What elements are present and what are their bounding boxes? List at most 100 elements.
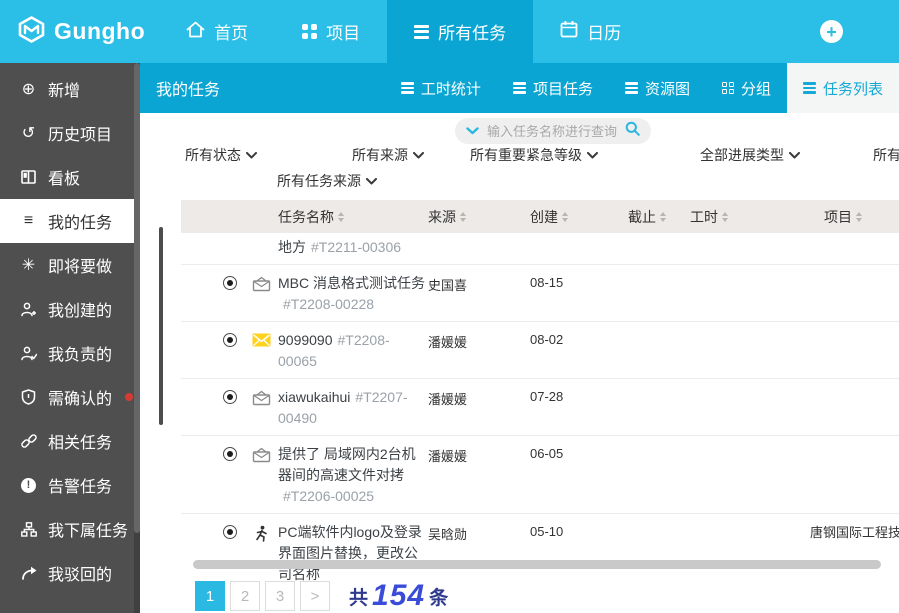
page-button-1[interactable]: 1 xyxy=(195,581,225,611)
column-header-source[interactable]: 来源 xyxy=(428,207,530,227)
list-icon xyxy=(401,82,414,94)
next-page-button[interactable]: > xyxy=(300,581,330,611)
task-name[interactable]: PC端软件内logo及登录界面图片替换，更改公司名称 xyxy=(278,524,422,582)
filter-clipped[interactable]: 所有 xyxy=(873,145,899,165)
task-name[interactable]: MBC 消息格式测试任务 xyxy=(278,275,425,291)
column-header-due[interactable]: 截止 xyxy=(628,207,690,227)
filter-source[interactable]: 所有来源 xyxy=(352,145,424,165)
task-due xyxy=(628,330,690,332)
sidebar-item-owned-by-me[interactable]: 我负责的 xyxy=(0,331,140,375)
sidebar-item-rejected-by-me[interactable]: 我驳回的 xyxy=(0,551,140,595)
forward-arrow-icon xyxy=(19,566,38,580)
task-source: 潘媛媛 xyxy=(428,330,530,351)
page-button-3[interactable]: 3 xyxy=(265,581,295,611)
task-name[interactable]: 提供了 局域网内2台机器间的高速文件对拷 xyxy=(278,446,416,483)
plus-circle-icon: ⊕ xyxy=(19,79,38,99)
task-due xyxy=(628,273,690,275)
sidebar-item-upcoming[interactable]: ✳ 即将要做 xyxy=(0,243,140,287)
radio-icon[interactable] xyxy=(223,276,237,290)
filter-status[interactable]: 所有状态 xyxy=(185,145,257,165)
envelope-open-icon xyxy=(252,447,271,466)
sidebar-item-subordinate-tasks[interactable]: 我下属任务 xyxy=(0,507,140,551)
task-id: #T2211-00306 xyxy=(311,239,401,255)
history-icon: ↺ xyxy=(19,123,38,143)
tab-grouping[interactable]: 分组 xyxy=(706,63,787,113)
nav-home[interactable]: 首页 xyxy=(159,0,275,63)
list-icon xyxy=(803,82,816,94)
table-row[interactable]: xiawukaihui#T2207-00490 潘媛媛 07-28 xyxy=(181,379,899,436)
org-chart-icon xyxy=(19,522,38,537)
radio-icon[interactable] xyxy=(223,447,237,461)
sidebar-item-label: 我创建的 xyxy=(48,297,112,321)
search-icon[interactable] xyxy=(625,121,640,141)
sidebar-item-alert-tasks[interactable]: ! 告警任务 xyxy=(0,463,140,507)
tab-resource-map[interactable]: 资源图 xyxy=(609,63,706,113)
search-input[interactable] xyxy=(487,124,617,139)
radio-icon[interactable] xyxy=(223,525,237,539)
table-row[interactable]: 提供了 局域网内2台机器间的高速文件对拷#T2206-00025 潘媛媛 06-… xyxy=(181,436,899,514)
total-suffix: 条 xyxy=(429,583,448,610)
logo[interactable]: Gungho xyxy=(18,0,145,63)
sidebar-item-new[interactable]: ⊕ 新增 xyxy=(0,67,140,111)
task-id: #T2208-00228 xyxy=(283,296,374,312)
task-source xyxy=(428,237,530,239)
sidebar-item-needs-confirm[interactable]: 需确认的 xyxy=(0,375,140,419)
topbar: Gungho 首页 项目 所有任务 日历 + xyxy=(0,0,899,63)
column-header-created[interactable]: 创建 xyxy=(530,207,628,227)
column-header-project[interactable]: 项目 xyxy=(810,207,899,227)
sort-icon xyxy=(562,212,568,222)
table-header: 任务名称 来源 创建 截止 工时 项目 xyxy=(181,200,899,233)
nav-calendar[interactable]: 日历 xyxy=(533,0,648,63)
sort-icon xyxy=(660,212,666,222)
list-icon xyxy=(625,82,638,94)
total-number: 154 xyxy=(372,579,425,613)
column-header-task-name[interactable]: 任务名称 xyxy=(278,207,428,227)
table-row[interactable]: 9099090#T2208-00065 潘媛媛 08-02 xyxy=(181,322,899,379)
search-bar[interactable] xyxy=(455,118,651,144)
shield-icon xyxy=(19,389,38,405)
radio-icon[interactable] xyxy=(223,333,237,347)
radio-icon[interactable] xyxy=(223,390,237,404)
sidebar-item-kanban[interactable]: 看板 xyxy=(0,155,140,199)
nav-projects[interactable]: 项目 xyxy=(275,0,387,63)
caret-down-icon xyxy=(366,178,377,185)
sidebar-item-related[interactable]: 相关任务 xyxy=(0,419,140,463)
task-name[interactable]: 地方 xyxy=(278,239,306,255)
task-hours xyxy=(690,237,810,239)
horizontal-scrollbar-thumb[interactable] xyxy=(193,560,881,569)
tab-label: 分组 xyxy=(741,78,771,99)
task-name[interactable]: 9099090 xyxy=(278,332,333,348)
sidebar-item-my-tasks[interactable]: ≡ 我的任务 xyxy=(0,199,140,243)
nav-all-tasks[interactable]: 所有任务 xyxy=(387,0,533,63)
chevron-down-icon[interactable] xyxy=(466,122,479,140)
tab-worktime-stats[interactable]: 工时统计 xyxy=(385,63,497,113)
sort-icon xyxy=(856,212,862,222)
page-button-2[interactable]: 2 xyxy=(230,581,260,611)
task-hours xyxy=(690,273,810,275)
list-scrollbar-thumb[interactable] xyxy=(159,227,163,425)
table-row[interactable]: MBC 消息格式测试任务#T2208-00228 史国喜 08-15 xyxy=(181,265,899,322)
home-icon xyxy=(186,21,205,43)
task-source: 史国喜 xyxy=(428,273,530,294)
runner-icon xyxy=(254,525,269,545)
task-due xyxy=(628,444,690,446)
table-row[interactable]: 地方 #T2211-00306 xyxy=(181,233,899,265)
tab-label: 资源图 xyxy=(645,78,690,99)
notification-dot xyxy=(125,393,133,401)
task-hours xyxy=(690,444,810,446)
calendar-icon xyxy=(560,20,578,43)
filter-progress-type[interactable]: 全部进展类型 xyxy=(700,145,800,165)
grid-icon xyxy=(722,82,734,94)
add-button[interactable]: + xyxy=(820,20,843,43)
sidebar-item-history-projects[interactable]: ↺ 历史项目 xyxy=(0,111,140,155)
pagination: 1 2 3 > 共 154 条 xyxy=(195,579,448,613)
sidebar-item-created-by-me[interactable]: 我创建的 xyxy=(0,287,140,331)
filter-task-source[interactable]: 所有任务来源 xyxy=(277,171,377,191)
column-header-hours[interactable]: 工时 xyxy=(690,207,810,227)
tab-task-list[interactable]: 任务列表 xyxy=(787,63,899,113)
tab-project-tasks[interactable]: 项目任务 xyxy=(497,63,609,113)
tab-label: 任务列表 xyxy=(823,78,883,99)
filter-priority[interactable]: 所有重要紧急等级 xyxy=(470,145,598,165)
task-name[interactable]: xiawukaihui xyxy=(278,389,350,405)
task-created xyxy=(530,237,628,239)
